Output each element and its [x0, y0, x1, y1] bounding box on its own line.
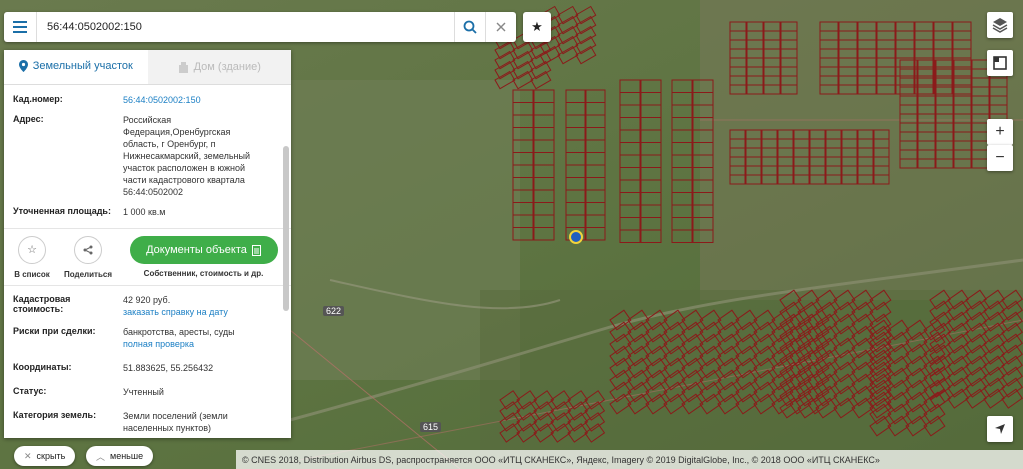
field-status: Статус: Учтенный: [13, 378, 282, 402]
field-coordinates: Координаты: 51.883625, 55.256432: [13, 354, 282, 378]
zoom-in-button[interactable]: +: [987, 119, 1013, 145]
navigation-arrow-icon: [995, 424, 1005, 434]
documents-button[interactable]: Документы объекта: [129, 236, 278, 264]
field-label: Координаты:: [13, 362, 72, 372]
field-value: 1 000 кв.м: [123, 207, 166, 217]
panel-tabs: Земельный участок Дом (здание): [4, 50, 291, 85]
field-value: 51.883625, 55.256432: [123, 363, 214, 373]
scroll-thumb[interactable]: [283, 146, 289, 311]
locate-button[interactable]: [987, 416, 1013, 442]
search-icon: [463, 20, 477, 34]
search-input[interactable]: [37, 13, 454, 41]
search-button[interactable]: [454, 12, 485, 42]
tab-label: Дом (здание): [193, 61, 261, 73]
documents-group: Документы объекта Собственник, стоимость…: [116, 236, 291, 278]
hide-label: скрыть: [36, 451, 66, 461]
field-cadastral-number: Кад.номер: 56:44:0502002:150: [13, 85, 282, 110]
documents-subtitle: Собственник, стоимость и др.: [143, 269, 264, 278]
clear-button[interactable]: [485, 12, 516, 42]
field-label: Кадастровая стоимость:: [13, 294, 71, 314]
hide-panel-button[interactable]: ✕ скрыть: [14, 446, 76, 466]
share-button[interactable]: Поделиться: [60, 235, 116, 279]
field-area: Уточненная площадь: 1 000 кв.м: [13, 202, 282, 222]
field-value: банкротства, аресты, суды: [123, 327, 235, 337]
favorites-button[interactable]: ★: [523, 12, 551, 42]
tab-label: Земельный участок: [32, 60, 133, 72]
road-badge: 615: [420, 422, 442, 432]
fullscreen-button[interactable]: [987, 50, 1013, 76]
share-icon: [74, 235, 102, 264]
tab-land-plot[interactable]: Земельный участок: [4, 50, 148, 84]
field-address: Адрес: Российская Федерация,Оренбургская…: [13, 110, 282, 202]
building-icon: [178, 61, 188, 73]
layers-button[interactable]: [987, 12, 1013, 38]
minus-icon: −: [995, 149, 1005, 166]
full-check-link[interactable]: полная проверка: [123, 338, 235, 350]
close-icon: ✕: [24, 450, 32, 461]
less-label: меньше: [110, 451, 144, 461]
cadastral-number-link[interactable]: 56:44:0502002:150: [123, 94, 201, 106]
square-icon: [993, 56, 1007, 70]
field-label: Кад.номер:: [13, 94, 63, 104]
field-label: Риски при сделки:: [13, 326, 96, 336]
field-value: Земли поселений (земли населенных пункто…: [123, 411, 228, 433]
field-value: Российская Федерация,Оренбургская област…: [123, 115, 250, 197]
chevron-up-icon: ︿: [96, 451, 106, 462]
field-value: Учтенный: [123, 387, 164, 397]
star-outline-icon: ☆: [18, 235, 46, 264]
collapse-button[interactable]: ︿ меньше: [86, 446, 154, 466]
plus-icon: +: [995, 123, 1005, 140]
panel-scrollbar[interactable]: [283, 134, 289, 434]
star-icon: ★: [531, 19, 543, 34]
field-value-group: банкротства, аресты, суды полная проверк…: [123, 326, 235, 350]
order-certificate-link[interactable]: заказать справку на дату: [123, 306, 228, 318]
field-label: Категория земель:: [13, 410, 97, 420]
map-pin-icon: [18, 60, 28, 72]
field-cadastral-value: Кадастровая стоимость: 42 920 руб. заказ…: [13, 290, 282, 322]
map-attribution: © CNES 2018, Distribution Airbus DS, рас…: [236, 450, 1023, 469]
field-label: Адрес:: [13, 114, 44, 124]
road-badge: 622: [323, 306, 345, 316]
document-icon: [251, 244, 261, 256]
field-risks: Риски при сделки: банкротства, аресты, с…: [13, 322, 282, 354]
docs-button-label: Документы объекта: [146, 244, 247, 256]
zoom-out-button[interactable]: −: [987, 145, 1013, 171]
search-bar: [4, 12, 516, 42]
field-label: Уточненная площадь:: [13, 206, 111, 216]
field-label: Статус:: [13, 386, 47, 396]
layers-icon: [992, 18, 1008, 33]
menu-button[interactable]: [4, 12, 37, 42]
field-land-category: Категория земель: Земли поселений (земли…: [13, 402, 282, 438]
hamburger-icon: [13, 21, 27, 33]
action-label: В список: [14, 269, 50, 279]
selected-plot-marker[interactable]: [569, 230, 583, 244]
field-value: 42 920 руб.: [123, 295, 171, 305]
close-icon: [496, 22, 506, 32]
tab-building[interactable]: Дом (здание): [147, 50, 291, 84]
action-label: Поделиться: [63, 269, 112, 279]
info-panel: Земельный участок Дом (здание) Кад.номер…: [4, 50, 291, 438]
save-to-list-button[interactable]: ☆ В список: [4, 235, 60, 279]
action-bar: ☆ В список Поделиться Документы объекта …: [4, 228, 291, 286]
field-value-group: 42 920 руб. заказать справку на дату: [123, 294, 228, 318]
